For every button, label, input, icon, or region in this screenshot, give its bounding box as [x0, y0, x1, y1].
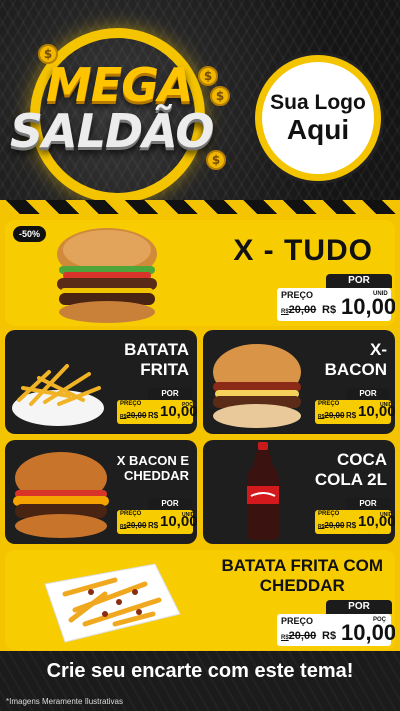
preco-label: PREÇO — [120, 401, 142, 407]
product-name-line1: COCA — [336, 450, 387, 469]
unit-label: UNID — [380, 402, 393, 408]
header-banner: $ $ $ $ MEGA SALDÃO Sua Logo Aqui — [0, 0, 400, 203]
por-label: POR — [148, 388, 192, 400]
product-name: X - TUDO — [233, 234, 373, 267]
old-price: R$20,00 — [318, 521, 345, 530]
preco-label: PREÇO — [281, 616, 314, 626]
cheddar-fries-image — [44, 563, 181, 643]
fries-image — [12, 364, 104, 426]
product-name-line1: X- — [370, 340, 387, 359]
burger-image — [213, 344, 301, 428]
unit-label: UNID — [373, 291, 388, 297]
product-card-batata-frita: BATATA FRITA POR PREÇO R$20,00 R$ 10,00 … — [5, 330, 197, 434]
por-label: POR — [148, 498, 192, 510]
product-name-line2: COLA 2L — [314, 469, 387, 489]
old-price: R$20,00 — [120, 521, 147, 530]
product-name: X- BACON — [325, 340, 387, 379]
product-name-line2: FRITA — [140, 359, 189, 379]
currency: R$ — [322, 304, 337, 316]
logo-text-line1: Sua Logo — [270, 91, 366, 114]
burger-image — [13, 452, 109, 538]
product-name: BATATA FRITA — [124, 340, 189, 379]
call-to-action: Crie seu encarte com este tema! — [46, 660, 354, 682]
por-label: POR — [346, 388, 390, 400]
currency: R$ — [148, 521, 159, 530]
product-name-line1: BATATA — [124, 340, 189, 359]
product-name-line1: BATATA FRITA COM — [221, 556, 383, 575]
price-value: 10,00 — [341, 620, 395, 645]
por-label: POR — [326, 274, 392, 288]
flyer: $ $ $ $ MEGA SALDÃO Sua Logo Aqui -50% X… — [0, 0, 400, 711]
unit-label: UNID — [182, 512, 195, 518]
product-name-line2: CHEDDAR — [259, 575, 345, 595]
hazard-stripe — [0, 200, 400, 214]
currency: R$ — [346, 521, 357, 530]
burger-image — [57, 228, 157, 323]
product-card-coca-cola: COCA COLA 2L POR PREÇO R$20,00 R$ 10,00 … — [203, 440, 395, 544]
product-name: X BACON E CHEDDAR — [116, 453, 189, 484]
discount-badge: -50% — [13, 226, 47, 242]
old-price: R$20,00 — [281, 304, 317, 316]
preco-label: PREÇO — [281, 290, 314, 300]
product-card-x-bacon-cheddar: X BACON E CHEDDAR POR PREÇO R$20,00 R$ 1… — [5, 440, 197, 544]
product-name: BATATA FRITA COM CHEDDAR — [222, 556, 383, 595]
unit-label: POÇ — [182, 402, 193, 408]
product-name-line2: BACON — [324, 359, 387, 379]
product-card-xtudo: -50% X - TUDO POR PREÇO R$20,00 R$ 10,00… — [5, 220, 395, 326]
old-price: R$20,00 — [318, 411, 345, 420]
product-name: COCA COLA 2L — [315, 450, 387, 489]
por-label: POR — [346, 498, 390, 510]
product-name-line1: X BACON E — [116, 453, 189, 468]
unit-label: UNID — [380, 512, 393, 518]
logo-text-line2: Aqui — [286, 114, 350, 145]
preco-label: PREÇO — [120, 511, 142, 517]
currency: R$ — [148, 411, 159, 420]
product-card-x-bacon: X- BACON POR PREÇO R$20,00 R$ 10,00 UNID — [203, 330, 395, 434]
disclaimer: *Imagens Meramente Ilustrativas — [6, 697, 123, 706]
logo-placeholder: Sua Logo Aqui — [255, 55, 381, 181]
preco-label: PREÇO — [318, 401, 340, 407]
currency: R$ — [322, 630, 337, 642]
por-label: POR — [326, 600, 392, 614]
currency: R$ — [346, 411, 357, 420]
price-value: 10,00 — [341, 294, 395, 319]
old-price: R$20,00 — [281, 630, 317, 642]
product-card-batata-cheddar: BATATA FRITA COM CHEDDAR POR PREÇO R$20,… — [5, 550, 395, 650]
product-name-line2: CHEDDAR — [124, 467, 189, 483]
soda-bottle-image — [247, 442, 279, 540]
title-saldao: SALDÃO — [10, 104, 215, 158]
old-price: R$20,00 — [120, 411, 147, 420]
unit-label: POÇ — [373, 617, 387, 623]
coin-icon: $ — [210, 86, 230, 106]
coin-icon: $ — [198, 66, 218, 86]
preco-label: PREÇO — [318, 511, 340, 517]
